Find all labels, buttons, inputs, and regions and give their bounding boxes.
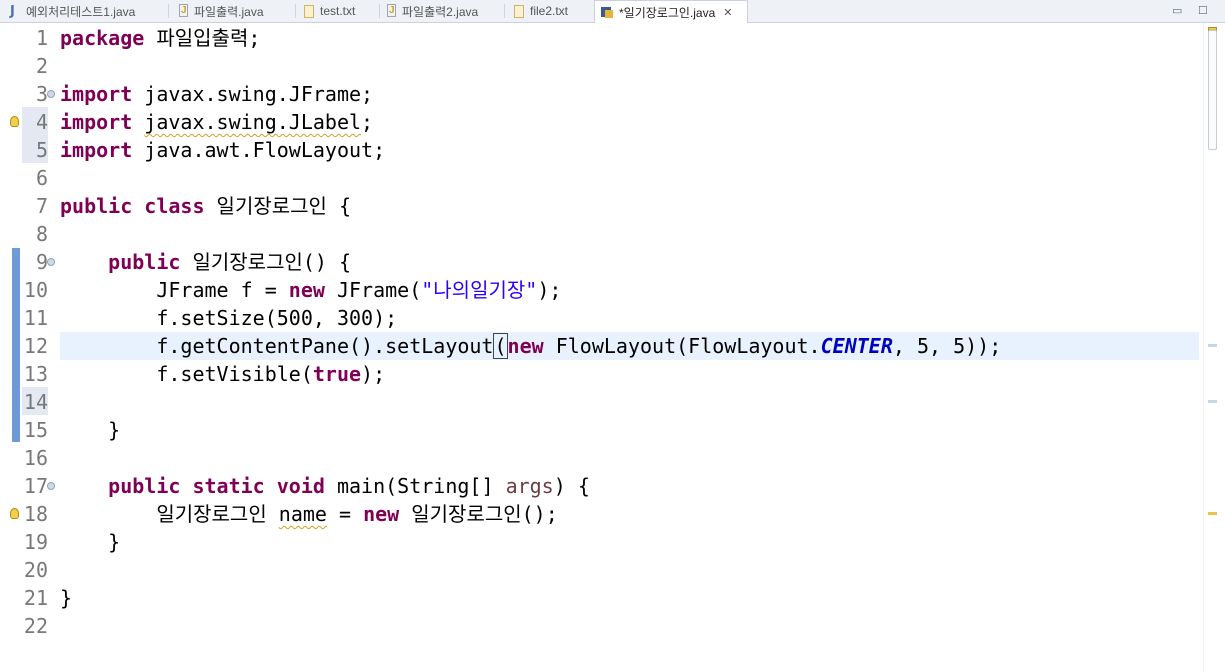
- occurrence-marker[interactable]: [1208, 400, 1217, 403]
- code-line-1: package 파일입출력;: [60, 26, 261, 50]
- minimize-icon[interactable]: ▭: [1172, 4, 1182, 17]
- tab-label: 예외처리테스트1.java: [26, 4, 136, 19]
- line-number: 7: [35, 194, 48, 218]
- line-number: 10: [23, 278, 48, 302]
- tab-label: 파일출력.java: [194, 4, 264, 19]
- fold-toggle-icon[interactable]: [47, 90, 55, 98]
- line-number: 19: [23, 530, 48, 554]
- tab-파일출력2[interactable]: J 파일출력2.java: [380, 0, 502, 22]
- line-number: 1: [35, 26, 48, 50]
- line-number: 5: [35, 138, 48, 162]
- unused-import-warning: javax.swing.JLabel: [144, 110, 362, 134]
- code-line-15: }: [60, 418, 121, 442]
- code-line-7: public class 일기장로그인 {: [60, 194, 352, 218]
- java-source-icon: J: [179, 4, 188, 17]
- java-run-icon: [601, 5, 615, 19]
- warning-lightbulb-icon[interactable]: [10, 116, 19, 127]
- line-number: 16: [23, 446, 48, 470]
- code-line-19: }: [60, 530, 121, 554]
- code-line-21: }: [60, 586, 73, 610]
- line-number: 8: [35, 222, 48, 246]
- line-number: 18: [23, 502, 48, 526]
- code-line-4: import javax.swing.JLabel;: [60, 110, 374, 134]
- line-number: 4: [35, 110, 48, 134]
- tab-파일출력[interactable]: J 파일출력.java: [172, 0, 292, 22]
- code-line-9: public 일기장로그인() {: [108, 250, 352, 274]
- warning-marker[interactable]: [1208, 512, 1217, 515]
- maximize-icon[interactable]: ☐: [1198, 4, 1208, 17]
- text-file-icon: [514, 4, 524, 18]
- java-source-icon: J: [387, 4, 396, 17]
- text-file-icon: [304, 4, 314, 18]
- editor-tab-bar: J 예외처리테스트1.java J 파일출력.java test.txt J 파…: [0, 0, 1225, 23]
- tab-label: *일기장로그인.java: [619, 5, 716, 20]
- line-number: 2: [35, 54, 48, 78]
- tab-label: test.txt: [320, 4, 356, 18]
- line-number: 21: [23, 586, 48, 610]
- line-number: 14: [23, 390, 48, 414]
- occurrence-marker[interactable]: [1208, 344, 1217, 347]
- code-line-17: public static void main(String[] args) {: [108, 474, 590, 498]
- close-icon[interactable]: ✕: [723, 6, 732, 19]
- code-line-10: JFrame f = new JFrame("나의일기장");: [60, 278, 562, 302]
- tab-test-txt[interactable]: test.txt: [298, 0, 378, 22]
- line-number: 9: [35, 250, 48, 274]
- fold-toggle-icon[interactable]: [47, 482, 55, 490]
- tab-일기장로그인[interactable]: *일기장로그인.java ✕: [594, 0, 748, 23]
- vertical-scrollbar-thumb[interactable]: [1208, 30, 1217, 150]
- line-number: 6: [35, 166, 48, 190]
- fold-toggle-icon[interactable]: [47, 258, 55, 266]
- unused-variable-warning: name: [278, 502, 327, 526]
- tab-file2-txt[interactable]: file2.txt: [508, 0, 592, 22]
- code-line-11: f.setSize(500, 300);: [60, 306, 398, 330]
- line-number: 11: [23, 306, 48, 330]
- line-number: 15: [23, 418, 48, 442]
- code-line-12: f.getContentPane().setLayout(new FlowLay…: [60, 333, 1002, 359]
- code-line-13: f.setVisible(true);: [60, 362, 386, 386]
- tab-label: file2.txt: [530, 4, 569, 18]
- tab-label: 파일출력2.java: [402, 4, 479, 19]
- line-number: 22: [23, 614, 48, 638]
- warning-lightbulb-icon[interactable]: [10, 508, 19, 519]
- matching-bracket: (: [493, 333, 508, 359]
- line-number: 20: [23, 558, 48, 582]
- java-file-icon: J: [10, 3, 15, 19]
- line-number: 3: [35, 82, 48, 106]
- tab-예외처리테스트1[interactable]: J 예외처리테스트1.java: [4, 0, 164, 22]
- code-line-3: import javax.swing.JFrame;: [60, 82, 374, 106]
- code-line-18: 일기장로그인 name = new 일기장로그인();: [60, 502, 558, 526]
- line-number: 13: [23, 362, 48, 386]
- code-line-5: import java.awt.FlowLayout;: [60, 138, 386, 162]
- line-number: 17: [23, 474, 48, 498]
- line-number: 12: [23, 334, 48, 358]
